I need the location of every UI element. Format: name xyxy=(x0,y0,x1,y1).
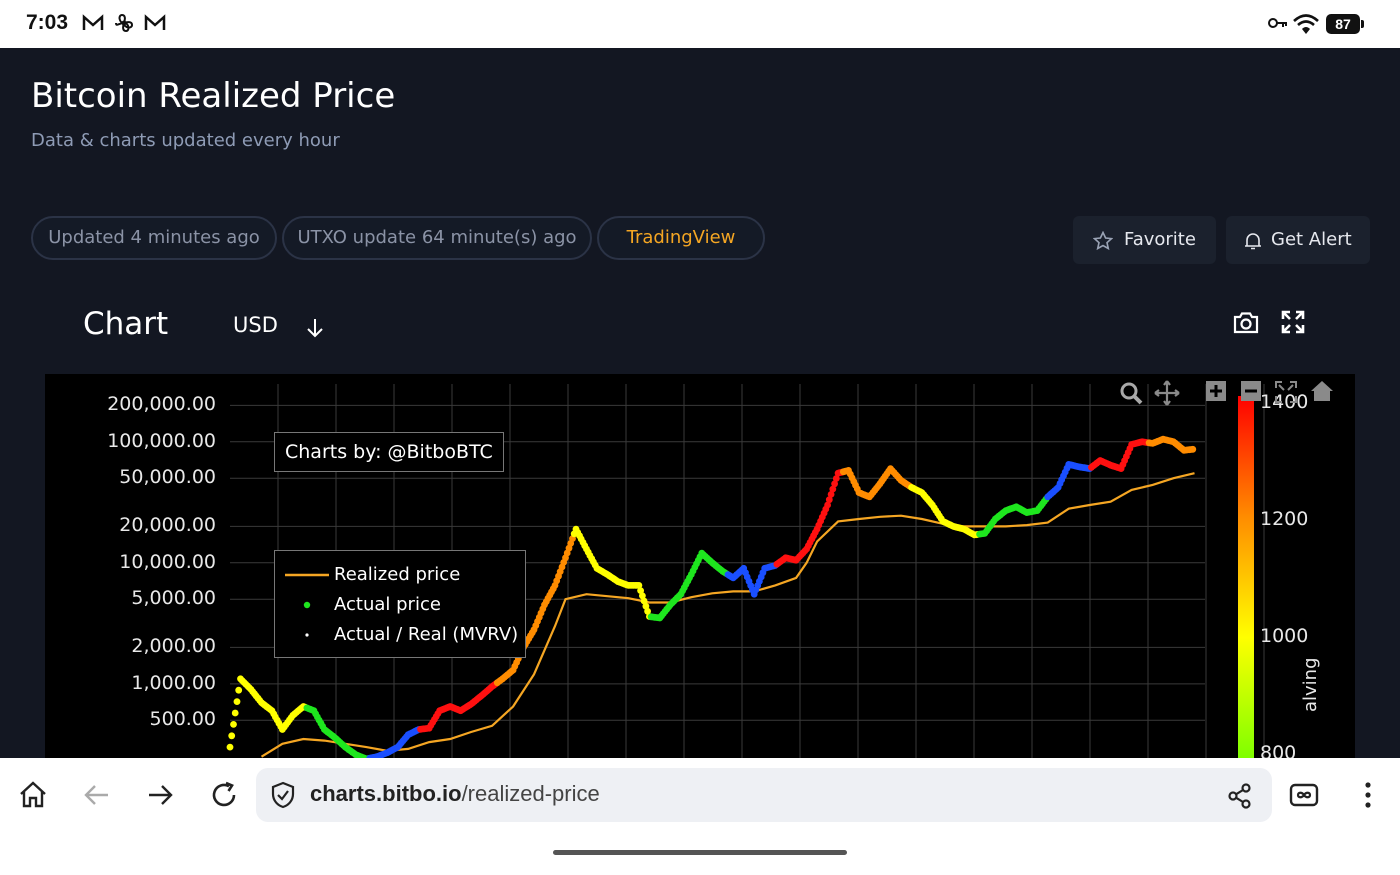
legend-line-swatch xyxy=(285,573,329,577)
url-path: /realized-price xyxy=(461,781,600,806)
y-tick-label: 50,000.00 xyxy=(119,466,216,489)
currency-select[interactable]: USD xyxy=(233,313,278,337)
get-alert-label: Get Alert xyxy=(1271,229,1352,250)
url-host: charts.bitbo.io xyxy=(310,781,462,806)
utxo-update-pill: UTXO update 64 minute(s) ago xyxy=(282,216,592,260)
actual-price-point xyxy=(1189,445,1197,453)
star-icon xyxy=(1093,231,1113,251)
forward-icon[interactable] xyxy=(145,780,175,810)
gesture-handle xyxy=(553,850,847,855)
camera-icon[interactable] xyxy=(1232,310,1260,336)
home-icon[interactable] xyxy=(1310,380,1334,402)
chart-heading: Chart xyxy=(83,306,169,342)
y-tick-label: 20,000.00 xyxy=(119,514,216,537)
status-bar: 7:03 87 xyxy=(0,0,1400,48)
actual-price-point xyxy=(230,721,237,728)
pan-icon[interactable] xyxy=(1154,380,1180,406)
actual-price-point xyxy=(228,732,236,740)
y-tick-label: 100,000.00 xyxy=(107,429,216,452)
legend-dot-swatch xyxy=(305,633,309,637)
url-text[interactable]: charts.bitbo.io/realized-price xyxy=(310,781,600,807)
chart-area[interactable]: 200,000.00 100,000.00 50,000.00 20,000.00 10… xyxy=(45,374,1355,758)
y-tick-label: 1,000.00 xyxy=(131,671,216,694)
legend-label: Realized price xyxy=(334,564,461,585)
reload-icon[interactable] xyxy=(209,780,239,810)
page-subtitle: Data & charts updated every hour xyxy=(31,130,340,151)
favorite-button[interactable]: Favorite xyxy=(1073,216,1216,264)
address-bar[interactable]: charts.bitbo.io/realized-price xyxy=(256,768,1272,822)
mail-icon xyxy=(82,14,104,30)
zoom-icon[interactable] xyxy=(1118,380,1144,406)
y-tick-label: 200,000.00 xyxy=(107,393,216,416)
actual-price-point xyxy=(235,686,243,694)
actual-price-point xyxy=(233,698,241,705)
get-alert-button[interactable]: Get Alert xyxy=(1226,216,1370,264)
page-title: Bitcoin Realized Price xyxy=(31,76,396,116)
colorbar-title: alving xyxy=(1300,657,1321,712)
colorbar-tick-label: 1000 xyxy=(1260,625,1309,647)
updated-pill: Updated 4 minutes ago xyxy=(31,216,277,260)
chart-credit: Charts by: @BitboBTC xyxy=(274,432,504,472)
bell-icon xyxy=(1245,233,1261,250)
wifi-icon xyxy=(1293,14,1319,34)
browser-toolbar: charts.bitbo.io/realized-price xyxy=(0,758,1400,875)
fullscreen-icon[interactable] xyxy=(1281,310,1305,334)
status-time: 7:03 xyxy=(26,11,69,34)
legend-label: Actual / Real (MVRV) xyxy=(334,624,519,645)
arrow-down-icon[interactable] xyxy=(304,316,326,340)
autoscale-icon[interactable] xyxy=(1274,380,1298,404)
y-tick-label: 500.00 xyxy=(149,708,216,731)
colorbar-tick-label: 800 xyxy=(1260,742,1297,758)
mail-icon xyxy=(144,14,166,30)
tradingview-button[interactable]: TradingView xyxy=(597,216,765,260)
y-tick-label: 2,000.00 xyxy=(131,635,216,658)
battery-indicator: 87 xyxy=(1326,14,1364,34)
legend-dot-swatch xyxy=(303,601,311,609)
chart-legend: Realized price Actual price Actual / Rea… xyxy=(274,550,526,658)
actual-price-point xyxy=(226,743,234,751)
home-icon[interactable] xyxy=(18,780,48,810)
back-icon[interactable] xyxy=(82,780,112,810)
shield-icon[interactable] xyxy=(270,781,296,809)
colorbar xyxy=(1238,396,1254,758)
menu-icon[interactable] xyxy=(1356,780,1380,810)
fan-icon xyxy=(115,13,134,33)
minus-icon[interactable] xyxy=(1240,380,1262,402)
legend-label: Actual price xyxy=(334,594,441,615)
favorite-label: Favorite xyxy=(1124,229,1196,250)
y-tick-label: 5,000.00 xyxy=(131,587,216,610)
tab-switcher-icon[interactable] xyxy=(1289,782,1319,808)
chart-grid xyxy=(226,384,1265,758)
page-content: Bitcoin Realized Price Data & charts upd… xyxy=(0,48,1400,758)
key-icon xyxy=(1268,18,1287,28)
colorbar-tick-label: 1200 xyxy=(1260,508,1309,530)
share-icon[interactable] xyxy=(1227,783,1253,809)
plus-icon[interactable] xyxy=(1205,380,1227,402)
actual-price-point xyxy=(231,709,239,717)
y-tick-label: 10,000.00 xyxy=(119,550,216,573)
